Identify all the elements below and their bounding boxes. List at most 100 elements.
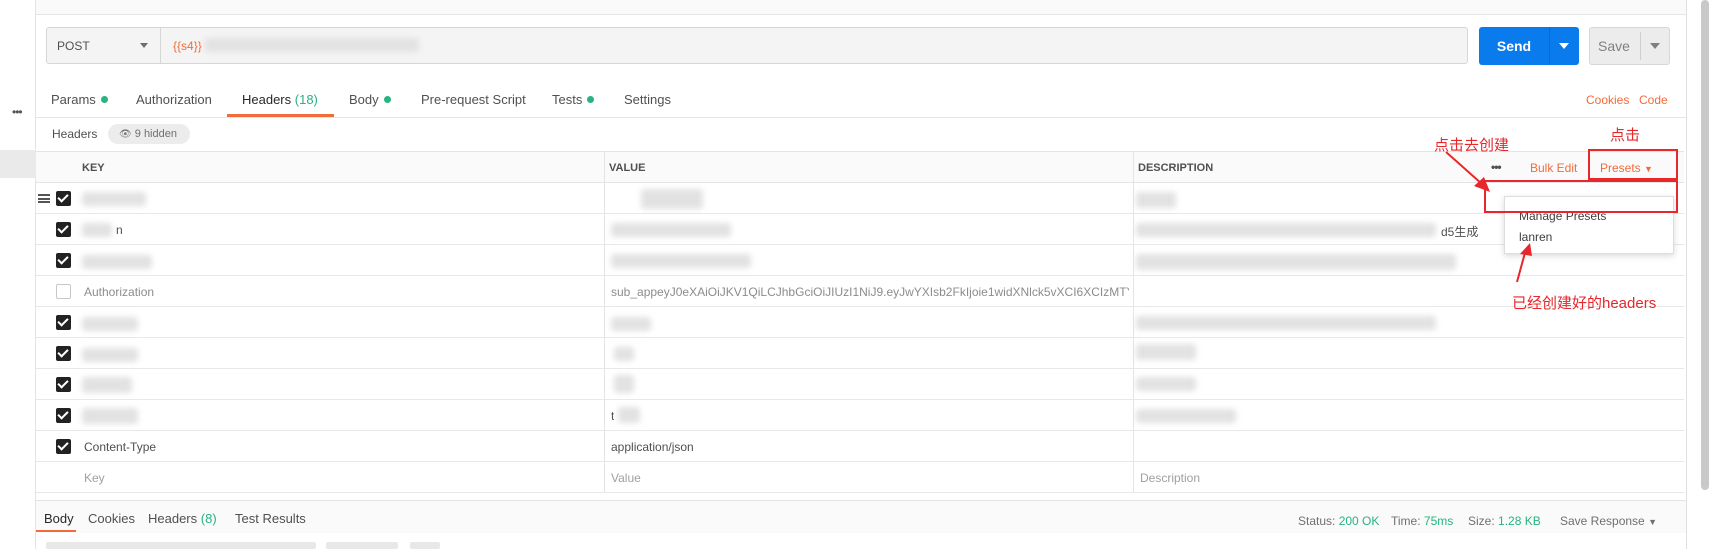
tab-headers[interactable]: Headers (18) xyxy=(242,92,318,107)
row-checkbox[interactable] xyxy=(56,253,71,268)
table-row xyxy=(36,369,1684,400)
send-label: Send xyxy=(1496,38,1532,54)
table-row xyxy=(36,307,1684,338)
cookies-link[interactable]: Cookies xyxy=(1586,93,1629,107)
save-response-button[interactable]: Save Response ▼ xyxy=(1560,514,1657,528)
redacted-value xyxy=(614,375,634,393)
row-checkbox[interactable] xyxy=(56,284,71,299)
column-key: KEY xyxy=(82,162,105,174)
value-cell[interactable]: application/json xyxy=(611,440,694,454)
send-dropdown-icon[interactable] xyxy=(1559,43,1569,49)
arrow-head-icon xyxy=(1520,243,1532,256)
redacted-key xyxy=(82,223,112,237)
tab-params[interactable]: Params xyxy=(51,92,108,107)
table-row-new: Key Value Description xyxy=(36,462,1684,493)
time-readout: Time: 75ms xyxy=(1391,514,1453,528)
save-button[interactable]: Save xyxy=(1589,27,1670,65)
save-label: Save xyxy=(1598,38,1630,54)
redacted-description xyxy=(1136,192,1176,208)
method-label: POST xyxy=(57,39,90,53)
time-value: 75ms xyxy=(1423,514,1454,528)
value-cell[interactable]: sub_appeyJ0eXAiOiJKV1QiLCJhbGciOiJIUzI1N… xyxy=(611,285,1129,299)
chevron-down-icon xyxy=(140,43,148,48)
redacted-key xyxy=(82,408,138,424)
top-strip xyxy=(36,0,1686,15)
tab-label: Headers xyxy=(148,511,198,526)
tab-label: Tests xyxy=(552,92,583,107)
redacted-key xyxy=(82,348,138,362)
new-value-input[interactable]: Value xyxy=(611,471,641,485)
key-cell[interactable]: Content-Type xyxy=(84,440,156,454)
url-redacted xyxy=(205,38,419,52)
time-label: Time: xyxy=(1391,514,1421,528)
tab-label: Headers xyxy=(242,92,292,107)
redacted-value xyxy=(611,223,731,237)
toolbar-placeholder xyxy=(46,542,316,549)
status-dot-icon xyxy=(383,96,391,103)
redacted-value xyxy=(618,407,640,423)
size-label: Size: xyxy=(1468,514,1495,528)
status-dot-icon xyxy=(100,96,108,103)
redacted-description xyxy=(1136,223,1436,237)
hidden-headers-toggle[interactable]: 👁 9 hidden xyxy=(108,124,190,144)
redacted-value xyxy=(641,189,703,209)
more-dots-icon[interactable]: ••• xyxy=(12,105,23,119)
row-checkbox[interactable] xyxy=(56,377,71,392)
row-checkbox[interactable] xyxy=(56,346,71,361)
redacted-description xyxy=(1136,316,1436,330)
tab-label: Settings xyxy=(624,92,671,107)
key-cell[interactable]: n xyxy=(116,223,123,237)
response-tab-headers[interactable]: Headers (8) xyxy=(148,511,217,526)
redacted-description xyxy=(1136,409,1236,423)
annotation-click-to-create: 点击去创建 xyxy=(1434,137,1510,154)
url-variable: {{s4}} xyxy=(173,39,202,53)
tab-label: Body xyxy=(349,92,379,107)
tab-tests[interactable]: Tests xyxy=(552,92,595,107)
headers-section-label: Headers xyxy=(52,127,98,141)
sidebar-selected-item[interactable] xyxy=(0,150,36,178)
tab-pre-request-script[interactable]: Pre-request Script xyxy=(421,92,526,107)
tab-settings[interactable]: Settings xyxy=(624,92,671,107)
eye-icon: 👁 xyxy=(119,129,132,140)
save-dropdown-icon[interactable] xyxy=(1650,43,1660,49)
row-checkbox[interactable] xyxy=(56,408,71,423)
drag-handle-icon[interactable] xyxy=(38,194,50,203)
send-button[interactable]: Send xyxy=(1479,27,1579,65)
new-description-input[interactable]: Description xyxy=(1140,471,1200,485)
redacted-key xyxy=(82,377,132,393)
url-input[interactable]: {{s4}} xyxy=(173,39,202,53)
response-tab-test-results[interactable]: Test Results xyxy=(235,511,306,526)
row-checkbox[interactable] xyxy=(56,439,71,454)
redacted-value xyxy=(611,317,651,331)
new-key-input[interactable]: Key xyxy=(84,471,105,485)
row-checkbox[interactable] xyxy=(56,315,71,330)
tab-body[interactable]: Body xyxy=(349,92,391,107)
method-select[interactable]: POST xyxy=(47,28,161,63)
tab-label: Pre-request Script xyxy=(421,92,526,107)
active-response-tab-indicator xyxy=(36,530,76,532)
row-checkbox[interactable] xyxy=(56,222,71,237)
status-value: 200 OK xyxy=(1338,514,1380,528)
tabs-divider xyxy=(36,117,1686,118)
redacted-description xyxy=(1136,344,1196,360)
size-value: 1.28 KB xyxy=(1498,514,1541,528)
column-description: DESCRIPTION xyxy=(1138,162,1214,174)
row-checkbox[interactable] xyxy=(56,191,71,206)
code-link[interactable]: Code xyxy=(1639,93,1668,107)
value-cell[interactable]: t xyxy=(611,409,614,423)
redacted-key xyxy=(82,192,146,206)
request-bar: POST {{s4}} xyxy=(46,27,1468,64)
redacted-description xyxy=(1136,377,1196,391)
status-dot-icon xyxy=(587,96,595,103)
tab-authorization[interactable]: Authorization xyxy=(136,92,212,107)
caret-down-icon: ▼ xyxy=(1648,517,1657,527)
key-cell[interactable]: Authorization xyxy=(84,285,154,299)
size-readout: Size: 1.28 KB xyxy=(1468,514,1541,528)
response-tab-cookies[interactable]: Cookies xyxy=(88,511,135,526)
tab-count: (8) xyxy=(200,511,217,526)
table-row: t xyxy=(36,400,1684,431)
status-label: Status: xyxy=(1298,514,1336,528)
redacted-value xyxy=(614,347,634,361)
redacted-value xyxy=(611,254,751,268)
response-tab-body[interactable]: Body xyxy=(44,511,74,526)
